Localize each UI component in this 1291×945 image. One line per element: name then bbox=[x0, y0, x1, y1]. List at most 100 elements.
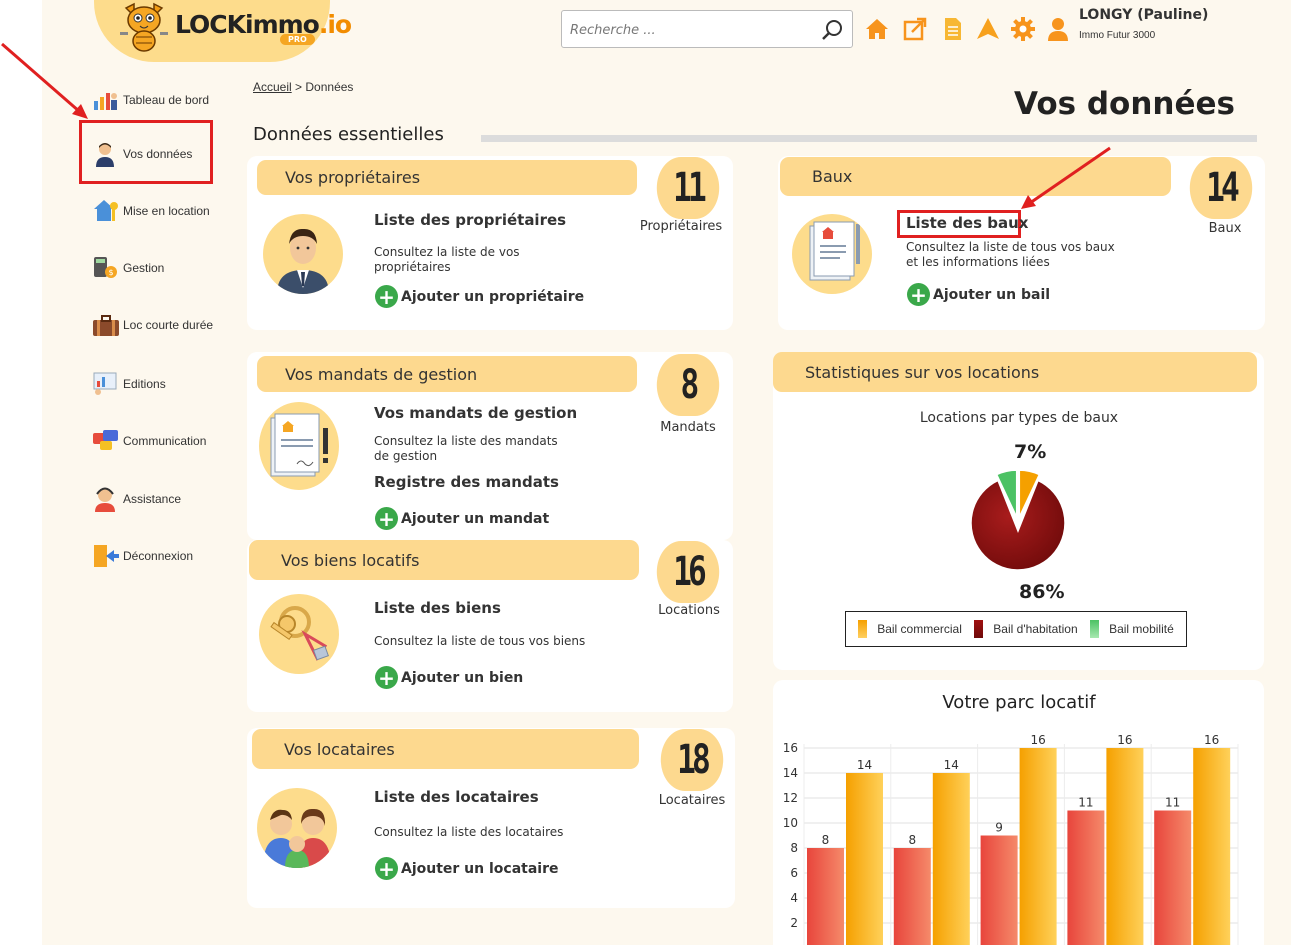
add-owner-button[interactable]: + Ajouter un propriétaire bbox=[375, 285, 584, 308]
legend-swatch bbox=[974, 620, 984, 638]
sidebar-item-label: Editions bbox=[123, 377, 166, 391]
bar-series-1[interactable] bbox=[980, 835, 1018, 945]
logout-icon bbox=[94, 545, 119, 567]
tenants-desc-line-1: Consultez la liste des locataires bbox=[374, 825, 564, 839]
add-property-button[interactable]: + Ajouter un bien bbox=[375, 666, 523, 689]
navigation-icon[interactable] bbox=[975, 15, 1001, 43]
headset-icon bbox=[95, 487, 115, 512]
y-tick-label: 8 bbox=[790, 841, 798, 855]
count-badge-biens: 16 bbox=[656, 541, 720, 603]
bar-value-label: 14 bbox=[857, 758, 872, 772]
add-mandate-label: Ajouter un mandat bbox=[401, 510, 550, 527]
bar-value-label: 11 bbox=[1078, 796, 1093, 810]
card-header-stats: Statistiques sur vos locations bbox=[773, 352, 1257, 392]
y-tick-label: 2 bbox=[790, 916, 798, 930]
bar-series-2[interactable] bbox=[1106, 748, 1144, 945]
calculator-icon: $ bbox=[94, 257, 117, 278]
add-lease-label: Ajouter un bail bbox=[933, 286, 1051, 303]
cat-mascot-icon bbox=[120, 2, 168, 52]
search-box[interactable] bbox=[561, 10, 853, 48]
sidebar-item-label: Loc courte durée bbox=[123, 318, 214, 332]
sidebar-item-tableau-de-bord[interactable]: Tableau de bord bbox=[92, 87, 209, 113]
sidebar-item-label: Déconnexion bbox=[123, 549, 194, 563]
bar-chart: 2 4 6 8 10 12 14 16 8 8 9 11 11 14 14 16 16 16 bbox=[783, 733, 1239, 945]
breadcrumb: Accueil > Données bbox=[253, 80, 353, 94]
property-illustration bbox=[259, 594, 339, 674]
suitcase-icon bbox=[93, 315, 119, 336]
section-divider bbox=[481, 135, 1257, 142]
pie-label-commercial: 7% bbox=[1014, 441, 1047, 463]
section-title: Données essentielles bbox=[253, 124, 444, 145]
search-icon[interactable] bbox=[820, 18, 844, 42]
lease-illustration bbox=[792, 214, 872, 294]
businessman-icon bbox=[277, 228, 329, 294]
sidebar-item-mise-en-location[interactable]: Mise en location bbox=[92, 198, 210, 224]
sidebar-item-assistance[interactable]: Assistance bbox=[92, 486, 181, 512]
pie-label-habitation: 86% bbox=[1019, 581, 1065, 603]
add-lease-button[interactable]: + Ajouter un bail bbox=[907, 283, 1050, 306]
house-key-icon bbox=[94, 200, 118, 221]
bar-series-2[interactable] bbox=[1019, 748, 1057, 945]
sidebar-item-vos-donnees[interactable]: Vos données bbox=[92, 141, 192, 167]
bar-value-label: 14 bbox=[944, 758, 959, 772]
lease-document-icon bbox=[809, 221, 860, 281]
legend-item-commercial[interactable]: Bail commercial bbox=[858, 620, 962, 638]
home-icon[interactable] bbox=[864, 15, 890, 43]
legend-item-mobilite[interactable]: Bail mobilité bbox=[1090, 620, 1174, 638]
owners-list-link[interactable]: Liste des propriétaires bbox=[374, 211, 566, 229]
bar-series-2[interactable] bbox=[846, 773, 883, 945]
bar-series-1[interactable] bbox=[1067, 810, 1105, 945]
y-tick-label: 6 bbox=[790, 866, 798, 880]
sidebar-item-loc-courte-duree[interactable]: Loc courte durée bbox=[92, 312, 213, 338]
card-header-baux: Baux bbox=[780, 157, 1171, 196]
document-icon[interactable] bbox=[940, 15, 966, 43]
user-name[interactable]: LONGY (Pauline) bbox=[1079, 7, 1208, 23]
pie-slice-habitation[interactable] bbox=[970, 479, 1066, 571]
sidebar-item-label: Vos données bbox=[123, 147, 193, 161]
y-tick-label: 12 bbox=[783, 791, 798, 805]
count-badge-baux: 14 bbox=[1189, 157, 1253, 219]
sidebar-item-editions[interactable]: Editions bbox=[92, 371, 166, 397]
count-badge-locataires: 18 bbox=[660, 729, 724, 791]
properties-desc-line-1: Consultez la liste de tous vos biens bbox=[374, 634, 586, 648]
gear-icon[interactable] bbox=[1010, 15, 1036, 43]
plus-icon: + bbox=[907, 283, 930, 306]
card-header-biens: Vos biens locatifs bbox=[249, 540, 639, 580]
sidebar-item-label: Assistance bbox=[123, 492, 182, 506]
sidebar-item-gestion[interactable]: $ Gestion bbox=[92, 255, 164, 281]
sidebar-item-label: Gestion bbox=[123, 261, 165, 275]
properties-list-link[interactable]: Liste des biens bbox=[374, 599, 501, 617]
tenant-illustration bbox=[257, 788, 337, 868]
bar-series-1[interactable] bbox=[893, 848, 931, 945]
lease-list-link[interactable]: Liste des baux bbox=[906, 214, 1028, 232]
breadcrumb-home-link[interactable]: Accueil bbox=[253, 80, 292, 94]
add-owner-label: Ajouter un propriétaire bbox=[401, 288, 585, 305]
plus-icon: + bbox=[375, 857, 398, 880]
search-input[interactable] bbox=[570, 19, 810, 41]
add-tenant-button[interactable]: + Ajouter un locataire bbox=[375, 857, 559, 880]
mandate-register-link[interactable]: Registre des mandats bbox=[374, 473, 559, 491]
bar-series-1[interactable] bbox=[807, 848, 844, 945]
bar-series-1[interactable] bbox=[1154, 810, 1192, 945]
bar-value-label: 16 bbox=[1030, 733, 1045, 747]
legend-swatch bbox=[858, 620, 868, 638]
user-icon[interactable] bbox=[1045, 15, 1071, 43]
sidebar-item-deconnexion[interactable]: Déconnexion bbox=[92, 543, 193, 569]
tenants-list-link[interactable]: Liste des locataires bbox=[374, 788, 539, 806]
add-property-label: Ajouter un bien bbox=[401, 669, 524, 686]
logo-text[interactable]: LOCKimmo.io bbox=[175, 10, 352, 39]
external-link-icon[interactable] bbox=[902, 15, 928, 43]
legend-item-habitation[interactable]: Bail d'habitation bbox=[974, 620, 1078, 638]
person-icon bbox=[96, 143, 114, 167]
breadcrumb-separator: > bbox=[295, 80, 303, 94]
add-mandate-button[interactable]: + Ajouter un mandat bbox=[375, 507, 549, 530]
bar-value-label: 9 bbox=[995, 821, 1003, 835]
bar-value-label: 16 bbox=[1117, 733, 1132, 747]
breadcrumb-current: Données bbox=[305, 80, 354, 94]
sidebar-item-label: Communication bbox=[123, 434, 207, 448]
bar-series-2[interactable] bbox=[1193, 748, 1231, 945]
mandates-list-link[interactable]: Vos mandats de gestion bbox=[374, 404, 577, 422]
count-label-locataires: Locataires bbox=[658, 793, 726, 808]
bar-series-2[interactable] bbox=[932, 773, 970, 945]
sidebar-item-communication[interactable]: Communication bbox=[92, 428, 206, 454]
